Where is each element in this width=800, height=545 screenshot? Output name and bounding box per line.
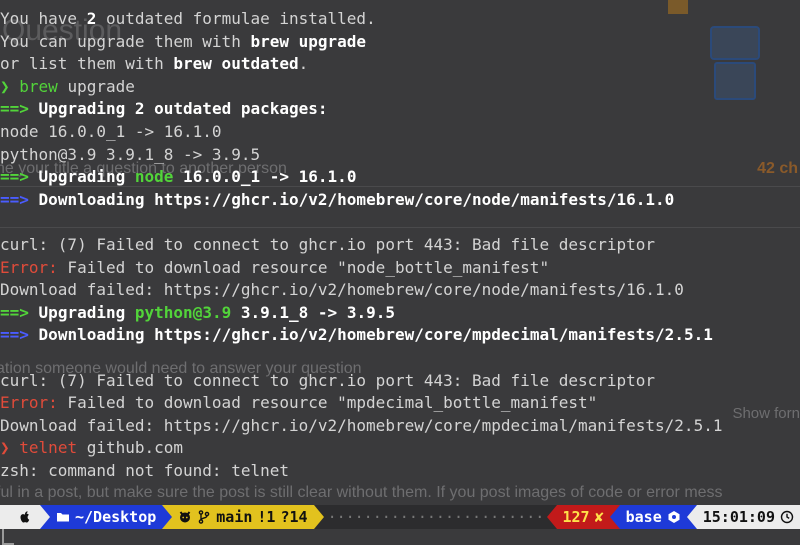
outdated-count: 2	[86, 9, 97, 28]
terminal-line: ==> Upgrading node 16.0.0_1 -> 16.1.0	[0, 166, 800, 189]
text: .	[298, 54, 309, 74]
exit-code-segment: 127 ✘	[556, 505, 610, 529]
status-filler-dots: ········································…	[327, 508, 547, 526]
text: You can upgrade them with	[0, 31, 251, 51]
git-branch: main	[216, 508, 253, 526]
input-cursor-corner	[2, 529, 14, 545]
command-args: github.com	[77, 438, 184, 458]
command-hint: brew upgrade	[250, 31, 367, 51]
segment-separator	[40, 505, 50, 529]
text: or list them with	[0, 54, 174, 74]
text: Failed to download resource "node_bottle…	[57, 257, 550, 277]
terminal-line: ==> Upgrading python@3.9 3.9.1_8 -> 3.9.…	[0, 302, 800, 325]
conda-env-segment: base	[619, 505, 687, 529]
text: Upgrading 2 outdated packages:	[38, 99, 328, 119]
package-name: python@3.9	[134, 302, 232, 322]
current-directory: ~/Desktop	[75, 508, 157, 526]
terminal-output: You have 2 outdated formulae installed. …	[0, 8, 800, 482]
command-name: brew	[19, 76, 58, 96]
git-segment: main !1 ?14	[172, 505, 314, 529]
prompt-status-bar: ~/Desktop main !1 ?14 ··················…	[0, 505, 800, 529]
terminal-line: or list them with brew outdated.	[0, 53, 800, 76]
clock-time: 15:01:09	[702, 508, 775, 526]
apple-icon	[20, 511, 30, 523]
terminal-line: Error: Failed to download resource "node…	[0, 257, 800, 280]
text: Failed to download resource "mpdecimal_b…	[57, 393, 598, 413]
error-label: Error:	[0, 393, 58, 413]
terminal-line: You can upgrade them with brew upgrade	[0, 31, 800, 54]
package-name: node	[134, 167, 174, 187]
arrow-marker: ==>	[0, 189, 29, 209]
terminal-line: Download failed: https://ghcr.io/v2/home…	[0, 280, 684, 300]
segment-separator	[162, 505, 173, 529]
github-cat-icon	[180, 511, 191, 523]
git-untracked-count: ?14	[280, 508, 308, 526]
error-label: Error:	[0, 257, 58, 277]
apple-segment	[0, 505, 40, 529]
command-args: upgrade	[57, 76, 135, 96]
segment-separator	[609, 505, 620, 529]
conda-env-name: base	[625, 508, 662, 526]
segment-separator	[686, 505, 697, 529]
python-icon	[668, 511, 680, 523]
clock-icon	[780, 510, 794, 524]
directory-segment: ~/Desktop	[50, 505, 163, 529]
terminal-line: ==> Downloading https://ghcr.io/v2/homeb…	[0, 189, 800, 212]
arrow-marker: ==>	[0, 99, 29, 119]
text: 3.9.1_8 -> 3.9.5	[231, 302, 395, 322]
time-segment: 15:01:09	[696, 505, 800, 529]
exit-code: 127	[562, 508, 590, 526]
terminal-line: ==> Downloading https://ghcr.io/v2/homeb…	[0, 324, 800, 347]
text: You have	[0, 9, 87, 28]
command-name: telnet	[19, 438, 78, 458]
text: Downloading https://ghcr.io/v2/homebrew/…	[38, 189, 675, 209]
text: Upgrading	[38, 302, 126, 322]
terminal-line: curl: (7) Failed to connect to ghcr.io p…	[0, 370, 656, 390]
segment-separator	[546, 505, 557, 529]
folder-icon	[57, 513, 69, 522]
command-hint: brew outdated	[173, 54, 299, 74]
prompt-symbol: ❯	[0, 76, 10, 96]
terminal-line: ==> Upgrading 2 outdated packages:	[0, 98, 800, 121]
arrow-marker: ==>	[0, 302, 29, 322]
segment-separator	[313, 505, 324, 529]
text: 16.0.0_1 -> 16.1.0	[173, 167, 357, 187]
terminal-line: Error: Failed to download resource "mpde…	[0, 392, 800, 415]
terminal-line: zsh: command not found: telnet	[0, 460, 289, 480]
text: Upgrading	[38, 167, 126, 187]
git-modified-count: !1	[257, 508, 276, 526]
terminal-line: Download failed: https://ghcr.io/v2/home…	[0, 415, 723, 435]
terminal-line: curl: (7) Failed to connect to ghcr.io p…	[0, 234, 656, 254]
terminal-line: You have 2 outdated formulae installed.	[0, 8, 800, 31]
terminal-line: node 16.0.0_1 -> 16.1.0	[0, 121, 222, 141]
prompt-line: ❯ brew upgrade	[0, 76, 800, 99]
background-footer-text: ful in a post, but make sure the post is…	[0, 484, 723, 501]
arrow-marker: ==>	[0, 167, 29, 187]
prompt-symbol: ❯	[0, 438, 10, 458]
arrow-marker: ==>	[0, 325, 29, 345]
text: Downloading https://ghcr.io/v2/homebrew/…	[38, 325, 713, 345]
branch-icon	[198, 510, 210, 524]
error-cross-icon: ✘	[594, 508, 604, 526]
terminal-line: python@3.9 3.9.1_8 -> 3.9.5	[0, 144, 261, 164]
text: outdated formulae installed.	[96, 9, 376, 28]
prompt-line: ❯ telnet github.com	[0, 437, 800, 460]
